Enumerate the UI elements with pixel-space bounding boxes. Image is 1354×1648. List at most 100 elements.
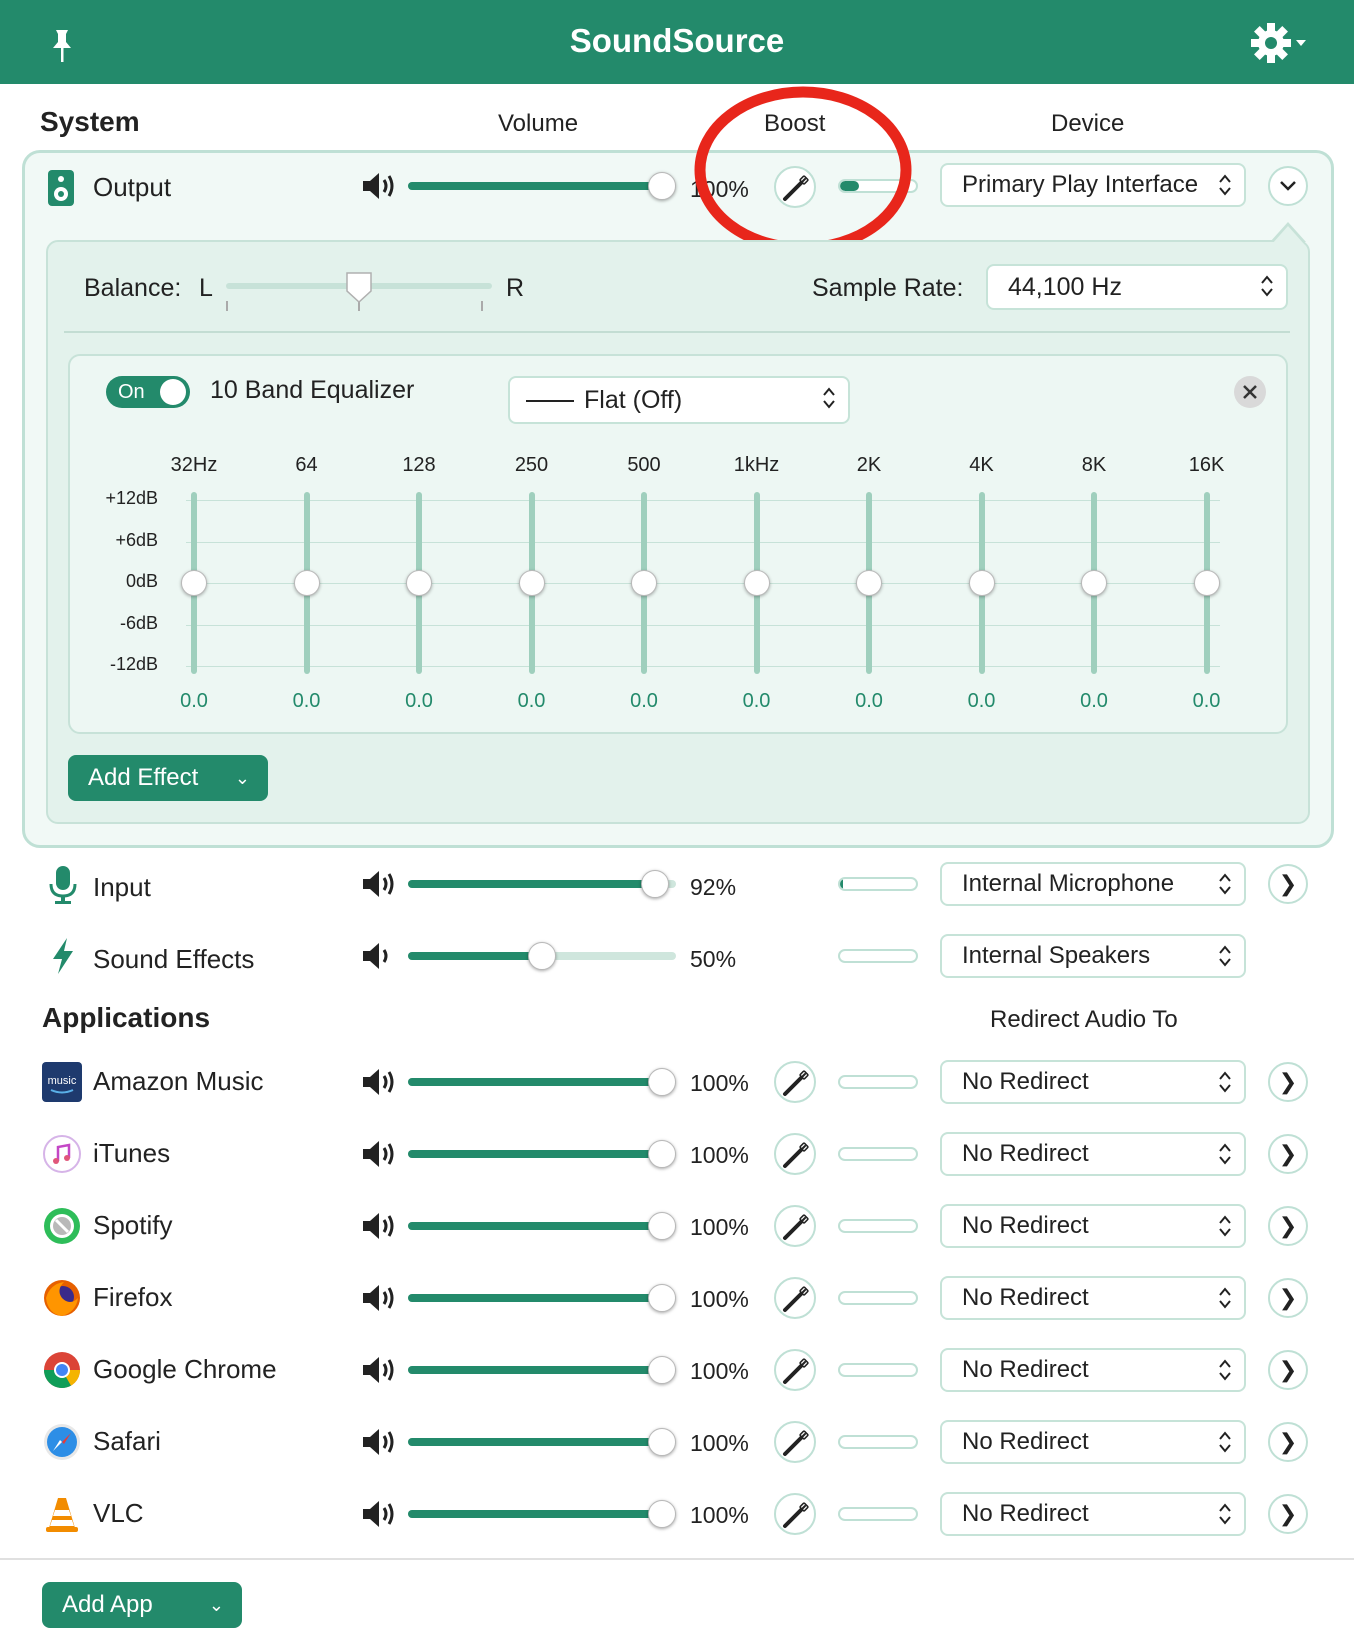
redirect-value: No Redirect: [962, 1500, 1089, 1527]
redirect-select[interactable]: No Redirect: [940, 1348, 1246, 1392]
app-volume-knob[interactable]: [648, 1428, 676, 1456]
app-volume-slider[interactable]: [408, 1140, 676, 1168]
eq-fader-knob[interactable]: [743, 570, 770, 596]
input-volume-fill: [408, 880, 655, 888]
add-effect-button[interactable]: Add Effect ⌄: [68, 755, 268, 801]
sound-effects-volume-icon[interactable]: [361, 940, 391, 972]
app-name: VLC: [93, 1498, 144, 1528]
redirect-select[interactable]: No Redirect: [940, 1420, 1246, 1464]
equalizer-toggle[interactable]: On: [106, 376, 190, 408]
app-name: Safari: [93, 1426, 161, 1456]
volume-icon[interactable]: [361, 1210, 397, 1242]
app-volume-knob[interactable]: [648, 1500, 676, 1528]
add-effect-label: Add Effect: [88, 764, 199, 791]
output-device-select[interactable]: Primary Play Interface: [940, 163, 1246, 207]
sound-effects-volume-percent: 50%: [690, 946, 737, 972]
volume-icon[interactable]: [361, 1354, 397, 1386]
app-volume-slider[interactable]: [408, 1356, 676, 1384]
microphone-icon: [49, 866, 77, 904]
app-expand-button[interactable]: ❯: [1268, 1206, 1308, 1246]
app-volume-knob[interactable]: [648, 1068, 676, 1096]
app-boost-meter: [838, 1435, 918, 1449]
app-volume-slider[interactable]: [408, 1428, 676, 1456]
magic-boost-button[interactable]: [774, 1493, 816, 1535]
eq-band-label: 128: [402, 454, 436, 476]
eq-fader-knob[interactable]: [1081, 570, 1107, 596]
sound-effects-volume-knob[interactable]: [528, 942, 556, 970]
eq-fader-knob[interactable]: [406, 570, 432, 596]
app-expand-button[interactable]: ❯: [1268, 1494, 1308, 1534]
eq-band-label: 500: [627, 454, 661, 476]
app-volume-slider[interactable]: [408, 1212, 676, 1240]
chevron-updown-icon: [1219, 1431, 1231, 1453]
input-volume-knob[interactable]: [640, 870, 669, 898]
app-volume-knob[interactable]: [648, 1284, 676, 1312]
app-volume-slider[interactable]: [408, 1068, 676, 1096]
balance-slider[interactable]: [226, 272, 492, 311]
app-volume-fill: [408, 1438, 662, 1446]
sample-rate-select[interactable]: 44,100 Hz: [986, 264, 1288, 310]
eq-band-label: 16K: [1188, 454, 1225, 476]
eq-db-label: -12dB: [109, 654, 158, 674]
sound-effects-volume-slider[interactable]: [408, 942, 676, 970]
input-volume-icon[interactable]: [361, 868, 397, 900]
remove-equalizer-button[interactable]: [1234, 376, 1266, 408]
app-boost-meter: [838, 1219, 918, 1233]
add-app-button[interactable]: Add App ⌄: [42, 1582, 242, 1628]
app-expand-button[interactable]: ❯: [1268, 1134, 1308, 1174]
eq-fader-knob[interactable]: [856, 570, 882, 596]
eq-fader-knob[interactable]: [1193, 570, 1220, 596]
sound-effects-label: Sound Effects: [93, 944, 255, 974]
redirect-select[interactable]: No Redirect: [940, 1204, 1246, 1248]
magic-boost-button[interactable]: [774, 1205, 816, 1247]
volume-icon[interactable]: [361, 1282, 397, 1314]
app-boost-meter: [838, 1075, 918, 1089]
magic-boost-button[interactable]: [774, 1421, 816, 1463]
input-volume-slider[interactable]: [408, 870, 676, 898]
app-name: Firefox: [93, 1282, 173, 1312]
redirect-select[interactable]: No Redirect: [940, 1276, 1246, 1320]
applications-heading: Applications: [42, 1002, 211, 1033]
magic-boost-button[interactable]: [774, 1133, 816, 1175]
eq-fader-knob[interactable]: [181, 570, 207, 596]
chevron-updown-icon: [823, 387, 835, 409]
volume-icon[interactable]: [361, 1138, 397, 1170]
sound-effects-device-select[interactable]: Internal Speakers: [940, 934, 1246, 978]
app-volume-knob[interactable]: [648, 1356, 676, 1384]
input-label: Input: [93, 872, 151, 902]
redirect-select[interactable]: No Redirect: [940, 1132, 1246, 1176]
app-volume-slider[interactable]: [408, 1284, 676, 1312]
app-expand-button[interactable]: ❯: [1268, 1062, 1308, 1102]
output-device-value: Primary Play Interface: [962, 171, 1199, 198]
redirect-select[interactable]: No Redirect: [940, 1492, 1246, 1536]
magic-boost-button[interactable]: [774, 1349, 816, 1391]
gear-icon[interactable]: [1250, 22, 1312, 64]
output-collapse-button[interactable]: [1268, 166, 1308, 206]
input-expand-button[interactable]: ❯: [1268, 864, 1308, 904]
app-volume-slider[interactable]: [408, 1500, 676, 1528]
volume-icon[interactable]: [361, 1066, 397, 1098]
output-volume-knob[interactable]: [648, 172, 676, 200]
eq-fader-knob[interactable]: [518, 570, 545, 596]
redirect-select[interactable]: No Redirect: [940, 1060, 1246, 1104]
eq-fader-knob[interactable]: [631, 570, 657, 596]
magic-boost-button[interactable]: [774, 1277, 816, 1319]
app-volume-knob[interactable]: [648, 1212, 676, 1240]
app-expand-button[interactable]: ❯: [1268, 1350, 1308, 1390]
eq-band-label: 1kHz: [733, 454, 780, 476]
app-volume-percent: 100%: [690, 1142, 749, 1168]
output-volume-icon[interactable]: [361, 170, 397, 202]
redirect-value: No Redirect: [962, 1428, 1089, 1455]
app-expand-button[interactable]: ❯: [1268, 1422, 1308, 1462]
magic-boost-button[interactable]: [774, 1061, 816, 1103]
app-expand-button[interactable]: ❯: [1268, 1278, 1308, 1318]
equalizer-preset-select[interactable]: Flat (Off): [508, 376, 850, 424]
app-volume-knob[interactable]: [648, 1140, 676, 1168]
eq-fader-knob[interactable]: [293, 570, 320, 596]
input-device-select[interactable]: Internal Microphone: [940, 862, 1246, 906]
volume-icon[interactable]: [361, 1498, 397, 1530]
eq-fader-knob[interactable]: [968, 570, 995, 596]
output-volume-slider[interactable]: [408, 172, 676, 200]
balance-knob[interactable]: [344, 271, 374, 305]
volume-icon[interactable]: [361, 1426, 397, 1458]
